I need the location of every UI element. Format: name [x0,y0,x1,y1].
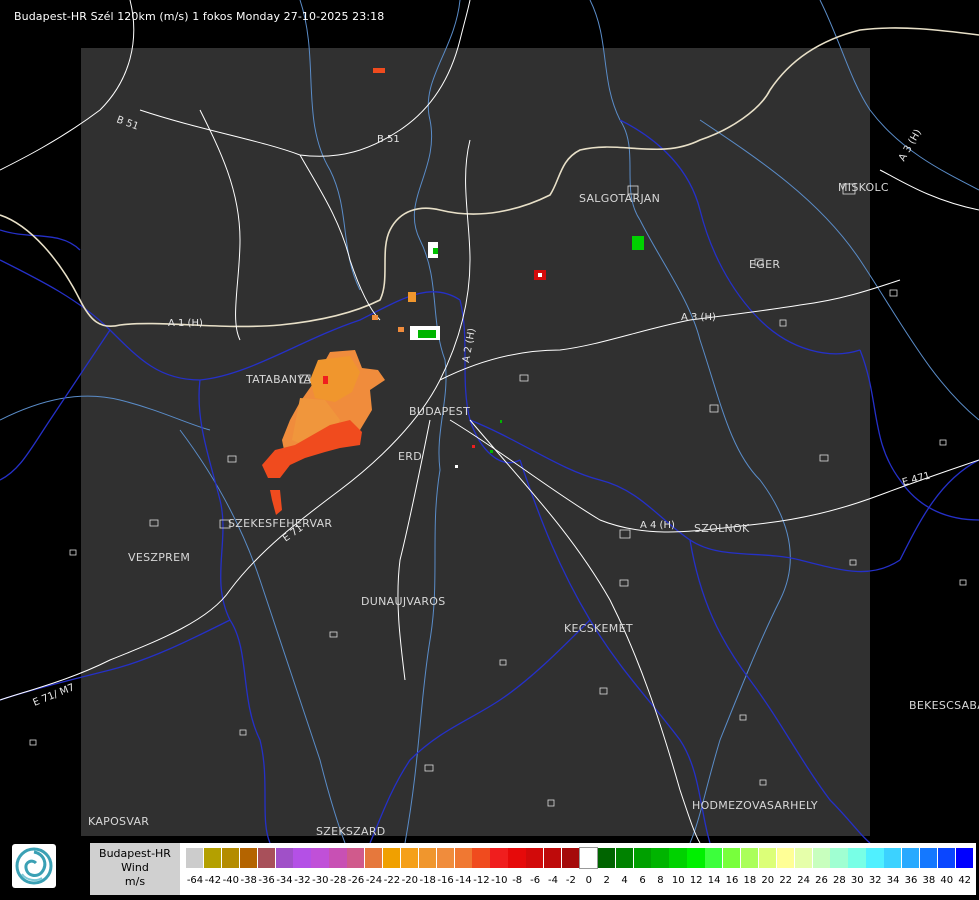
legend-swatch [293,848,311,868]
place-szolnok: SZOLNOK [694,522,750,535]
swirl-logo-icon [15,847,53,885]
legend-swatch [705,848,723,868]
legend-title: Budapest-HR Wind m/s [90,843,180,895]
legend-swatch [723,848,741,868]
legend-swatch [186,848,204,868]
legend-swatch [454,848,472,868]
legend-swatch [526,848,544,868]
legend-swatch [329,848,347,868]
place-veszprem: VESZPREM [128,551,191,564]
legend-swatch [776,848,795,868]
road-label-a4: A 4 (H) [640,520,675,531]
legend-swatch [239,848,258,868]
place-budapest: BUDAPEST [409,405,471,418]
place-kaposvar: KAPOSVAR [88,815,150,828]
radar-map[interactable]: Budapest-HR Szél 120km (m/s) 1 fokos Mon… [0,0,979,900]
legend-swatch [257,848,275,868]
legend-swatch [937,848,956,868]
legend-swatch [221,848,240,868]
legend-swatch [418,848,437,868]
legend-swatch [472,848,490,868]
legend-swatch [508,848,526,868]
legend-swatch [382,848,401,868]
legend-swatch [651,848,669,868]
legend-swatch [812,848,830,868]
legend-swatch [400,848,419,868]
legend-swatch [919,848,938,868]
place-eger: EGER [749,258,781,271]
legend-swatch [578,847,599,869]
legend-swatch [311,848,329,868]
legend-swatch [758,848,777,868]
radar-map-canvas [0,0,979,843]
legend-swatch [902,848,920,868]
legend-swatch [347,848,365,868]
legend-swatch [436,848,454,868]
legend-swatch [848,848,866,868]
legend-swatch [615,848,633,868]
radar-coverage-area [81,48,870,836]
legend-swatch [687,848,705,868]
legend-swatch [365,848,383,868]
legend-swatch [544,848,562,868]
legend-unit: m/s [124,875,146,888]
place-dunaujvaros: DUNAUJVAROS [361,595,446,608]
road-label-a3: A 3 (H) [681,312,716,323]
legend-swatch [740,848,759,868]
place-kecskemet: KECSKEMET [564,622,633,635]
place-bekescsaba: BEKESCSABA [909,699,979,712]
legend-swatch [866,848,884,868]
legend-swatch [794,848,812,868]
color-legend: Budapest-HR Wind m/s -64 -42 -40 -38 -36 -34-… [90,843,976,895]
place-szekesfehervar: SZEKESFEHERVAR [228,517,333,530]
legend-swatch [561,848,580,868]
place-hodmezovasarhely: HODMEZOVASARHELY [692,799,818,812]
legend-label: 42 [958,875,972,886]
place-erd: ERD [398,450,422,463]
legend-swatch [669,848,687,868]
road-label-b51-east: B 51 [377,134,400,145]
legend-swatch [490,848,508,868]
place-szekszard: SZEKSZARD [316,825,386,838]
legend-swatch [830,848,848,868]
map-title: Budapest-HR Szél 120km (m/s) 1 fokos Mon… [14,10,385,23]
road-label-a1: A 1 (H) [168,318,203,329]
legend-source: Budapest-HR [99,847,171,860]
omsz-logo [12,844,56,888]
legend-swatch [203,848,222,868]
place-salgotarjan: SALGOTARJAN [579,192,661,205]
legend-swatch [633,848,651,868]
legend-quantity: Wind [121,861,149,874]
legend-swatch [275,848,293,868]
place-tatabanya: TATABANYA [246,373,312,386]
legend-swatch [955,848,974,868]
legend-swatch [597,848,616,868]
legend-swatch [884,848,902,868]
place-miskolc: MISKOLC [838,181,889,194]
